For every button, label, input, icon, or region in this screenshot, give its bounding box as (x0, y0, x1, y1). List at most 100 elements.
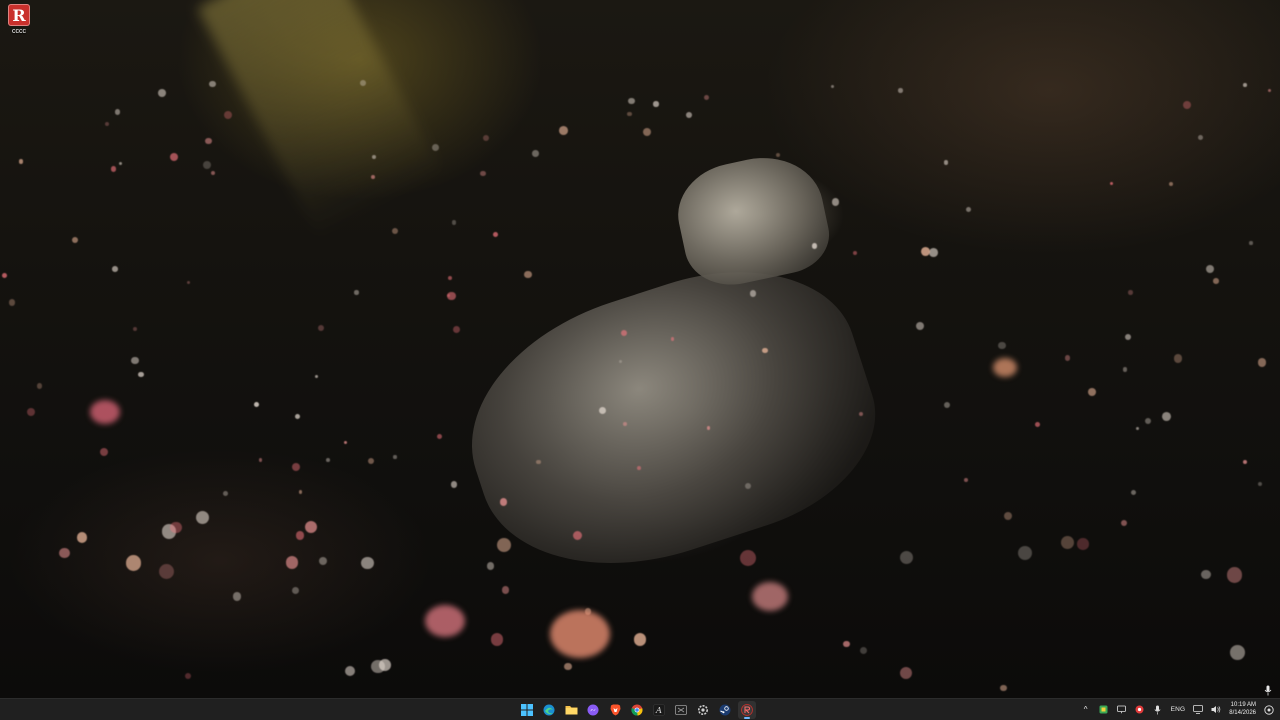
tray-microphone[interactable] (1149, 699, 1167, 720)
wallpaper-flower (1205, 265, 1214, 274)
wallpaper-flower (998, 341, 1006, 349)
language-indicator[interactable]: ENG (1167, 699, 1190, 720)
folder-icon (565, 706, 577, 715)
wallpaper-flower (452, 326, 460, 334)
gear-app-icon (698, 704, 708, 715)
volume-icon (1211, 706, 1221, 713)
wallpaper-flower (1268, 88, 1272, 92)
wallpaper-flower (564, 662, 572, 671)
wallpaper-flower (633, 632, 647, 646)
taskbar: A ^ ENG 10:19 AM 8/14/2026 (0, 698, 1280, 720)
wallpaper-flower (114, 109, 120, 115)
wallpaper-flower (209, 80, 216, 88)
tray-network[interactable] (1189, 699, 1207, 720)
wallpaper-flower (843, 640, 850, 648)
svg-text:A: A (655, 706, 662, 716)
messenger-icon (587, 704, 599, 715)
wallpaper-flower (291, 586, 300, 594)
wallpaper-flower (1110, 181, 1114, 185)
wallpaper-flower (706, 425, 711, 430)
wallpaper-flower (450, 481, 457, 488)
wallpaper-flower (368, 457, 375, 465)
wallpaper-flower (686, 112, 693, 118)
wallpaper-flower (211, 170, 216, 175)
wallpaper-flower (59, 547, 70, 559)
wallpaper-flower (184, 673, 192, 680)
tray-app-1[interactable] (1095, 699, 1113, 720)
wallpaper-flower (744, 483, 751, 490)
wallpaper-flower (451, 220, 457, 226)
wallpaper-flower (99, 447, 108, 456)
clock-date: 8/14/2026 (1229, 709, 1256, 716)
wallpaper-flower (490, 632, 504, 646)
taskbar-settings-app[interactable] (694, 701, 712, 719)
wallpaper-flower (1243, 83, 1247, 87)
wallpaper-flower (1258, 358, 1267, 367)
wallpaper-flower (157, 89, 166, 98)
taskbar-terminal-app[interactable]: A (650, 701, 668, 719)
wallpaper-flower (119, 161, 123, 165)
taskbar-brave[interactable] (606, 701, 624, 719)
notification-center[interactable] (1260, 699, 1280, 720)
wallpaper-flower (254, 401, 260, 407)
microphone-icon[interactable] (1262, 683, 1274, 697)
wallpaper-flower (291, 463, 301, 472)
capture-icon (675, 704, 687, 715)
wallpaper-flower (1087, 388, 1096, 396)
taskbar-edge[interactable] (540, 701, 558, 719)
tray-app-2[interactable] (1113, 699, 1131, 720)
tray-volume[interactable] (1207, 699, 1225, 720)
clock-time: 10:19 AM (1230, 702, 1256, 708)
taskbar-messenger[interactable] (584, 701, 602, 719)
wallpaper-flower (853, 251, 858, 256)
taskbar-file-explorer[interactable] (562, 701, 580, 719)
wallpaper-flower (900, 666, 913, 679)
wallpaper-flower (110, 166, 116, 172)
wallpaper-flower (72, 236, 79, 243)
wallpaper-flower (775, 152, 781, 158)
wallpaper-flower (618, 359, 622, 363)
wallpaper-flower (354, 290, 359, 295)
wallpaper-flower (76, 532, 88, 543)
wallpaper-flower (186, 280, 191, 285)
wallpaper-flower (622, 422, 627, 426)
wallpaper-flower (1034, 422, 1040, 428)
wallpaper-flower (223, 110, 233, 120)
wallpaper-flower (1183, 100, 1192, 109)
wallpaper-knight-helmet (669, 146, 836, 294)
wallpaper-flower (859, 646, 868, 655)
tray-overflow-chevron[interactable]: ^ (1077, 699, 1095, 720)
wallpaper-flower (532, 150, 539, 157)
taskbar-capture[interactable] (672, 701, 690, 719)
wallpaper-flower-large (90, 400, 120, 424)
taskbar-clock[interactable]: 10:19 AM 8/14/2026 (1225, 699, 1260, 720)
wallpaper-flower (1003, 511, 1012, 521)
taskbar-steam[interactable] (716, 701, 734, 719)
start-button[interactable] (518, 701, 536, 719)
taskbar-chrome[interactable] (628, 701, 646, 719)
taskbar-apps: A (518, 699, 756, 720)
steam-icon (719, 704, 731, 715)
wallpaper-flower (26, 407, 35, 416)
wallpaper-flower (1018, 545, 1032, 560)
wallpaper-flower (105, 121, 110, 126)
wallpaper-flower-large (993, 358, 1017, 378)
wallpaper-flower (170, 152, 179, 161)
wallpaper-flower (1135, 426, 1140, 431)
wallpaper-flower (643, 127, 652, 137)
desktop-icon-cccc[interactable]: R cccc (4, 4, 34, 42)
wallpaper-flower (1169, 182, 1174, 187)
wallpaper-flower (628, 97, 635, 105)
wallpaper-flower (138, 371, 144, 378)
tray-app-3[interactable] (1131, 699, 1149, 720)
wallpaper-flower (447, 275, 452, 280)
wallpaper-flower (559, 126, 568, 135)
taskbar-active-app[interactable] (738, 700, 756, 719)
wallpaper-flower (295, 531, 305, 541)
wallpaper-flower (36, 383, 43, 389)
wallpaper-flower (480, 170, 486, 176)
wallpaper-flower (370, 175, 375, 179)
edge-icon (543, 704, 555, 715)
wallpaper-flower (1131, 489, 1137, 496)
desktop-wallpaper: R cccc (0, 0, 1280, 698)
